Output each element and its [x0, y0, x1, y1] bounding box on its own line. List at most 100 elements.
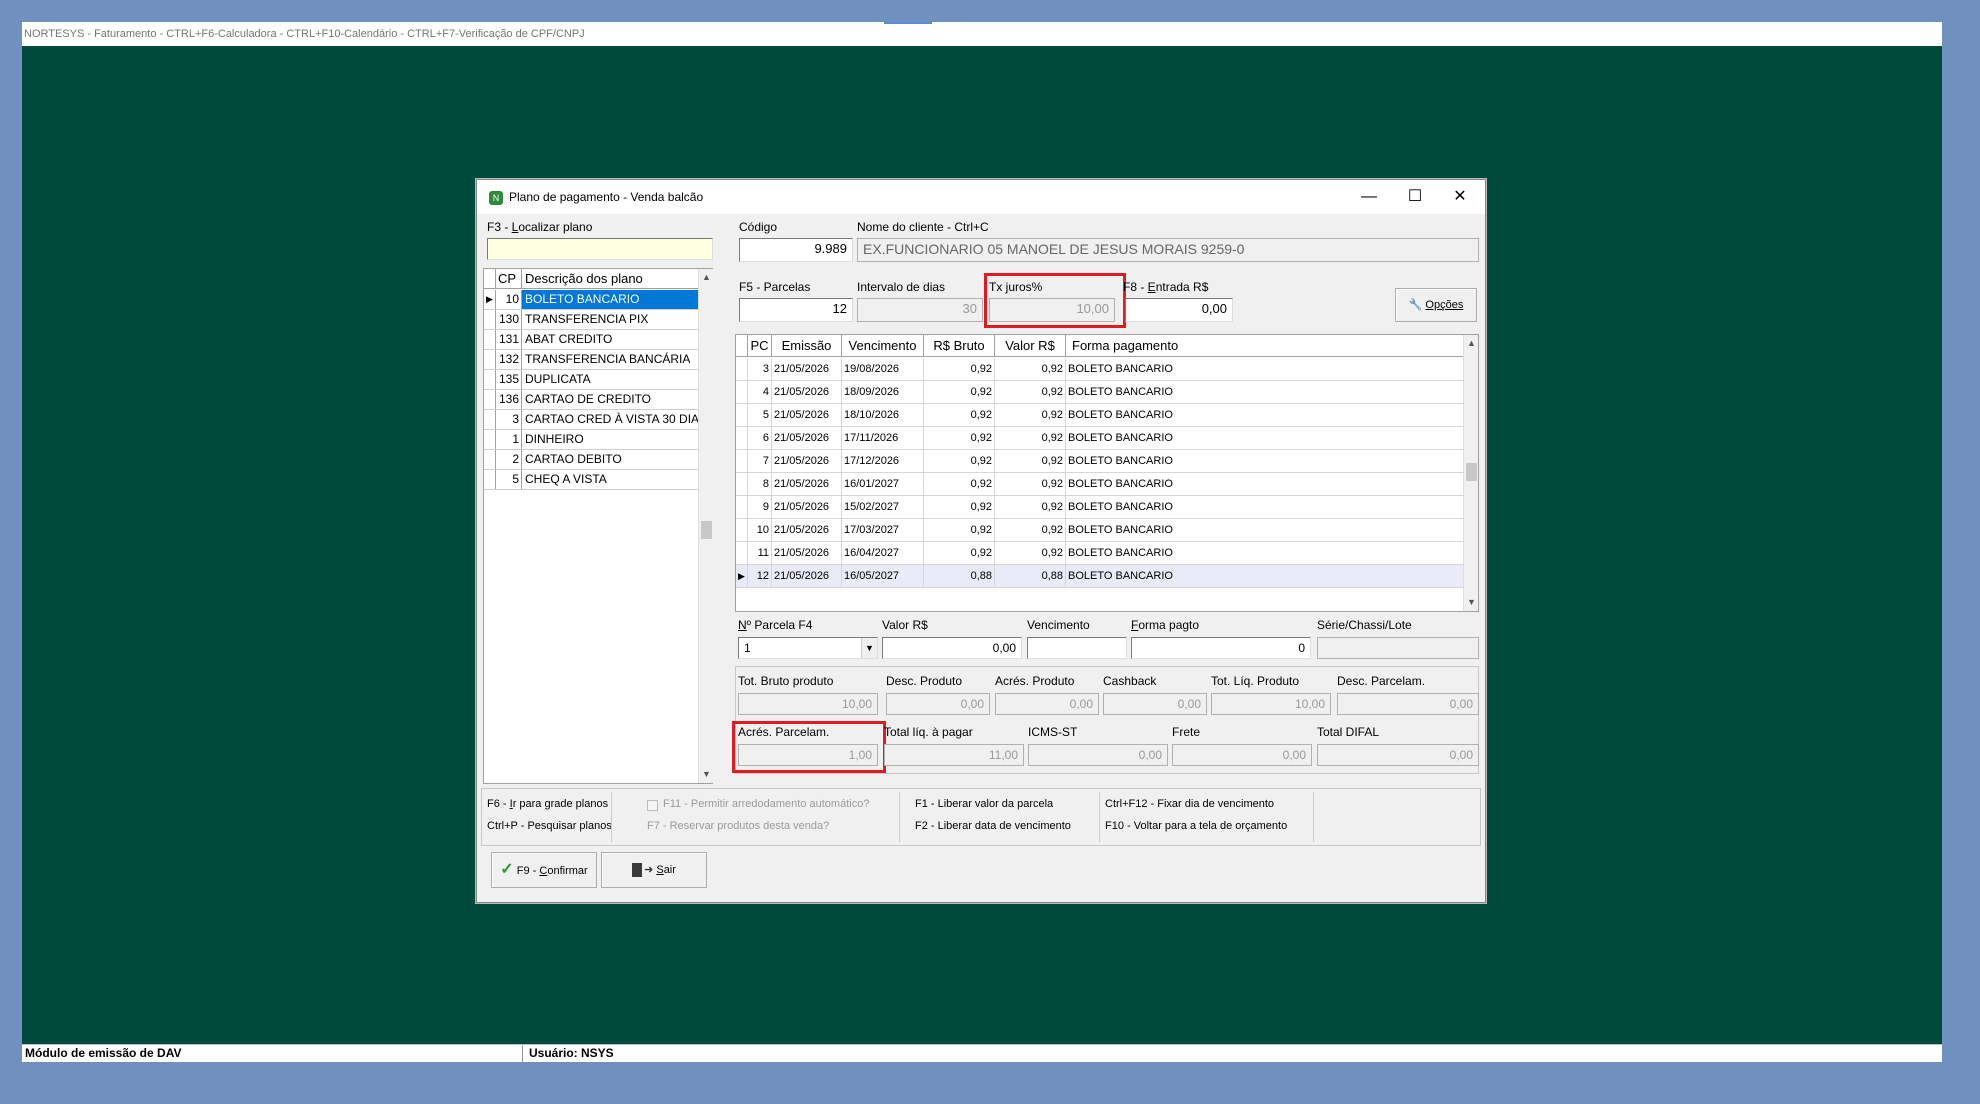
intervalo-field[interactable]: 30	[857, 298, 983, 322]
confirmar-rest: onfirmar	[547, 865, 588, 877]
tot-liq-field[interactable]: 10,00	[1211, 693, 1331, 715]
cliente-field[interactable]: EX.FUNCIONARIO 05 MANOEL DE JESUS MORAIS…	[857, 238, 1479, 262]
plan-row[interactable]: 130 TRANSFERENCIA PIX	[484, 310, 700, 330]
txjuros-highlight	[984, 273, 1126, 328]
shortcut-divider	[1313, 792, 1314, 842]
emissao-cell: 21/05/2026	[772, 473, 842, 496]
row-indicator	[736, 496, 748, 519]
installment-row[interactable]: 6 21/05/2026 17/11/2026 0,92 0,92 BOLETO BANC…	[736, 427, 1463, 450]
plan-col-desc[interactable]: Descrição dos plano	[522, 269, 700, 288]
plan-row[interactable]: 131 ABAT CREDITO	[484, 330, 700, 350]
valor-field[interactable]: 0,00	[882, 637, 1022, 659]
forma-cell: BOLETO BANCARIO	[1068, 432, 1173, 444]
scroll-up-icon[interactable]: ▲	[1464, 335, 1479, 352]
installments-scrollbar[interactable]: ▲ ▼	[1463, 335, 1478, 611]
plan-grid-scrollbar[interactable]: ▲ ▼	[698, 269, 713, 783]
shortcut-f2: F2 - Liberar data de vencimento	[915, 820, 1071, 832]
installment-row[interactable]: 5 21/05/2026 18/10/2026 0,92 0,92 BOLETO BANC…	[736, 404, 1463, 427]
plan-grid[interactable]: CP Descrição dos plano ▶ 10 BOLETO BANCARI…	[483, 268, 713, 784]
col-emissao[interactable]: Emissão	[772, 335, 842, 357]
row-indicator	[736, 450, 748, 473]
bruto-cell: 0,92	[924, 473, 995, 496]
pc-cell: 10	[748, 519, 772, 542]
scroll-down-icon[interactable]: ▼	[699, 766, 714, 783]
tot-bruto-field[interactable]: 10,00	[738, 693, 878, 715]
col-valor[interactable]: Valor R$	[995, 335, 1066, 357]
installment-row[interactable]: 8 21/05/2026 16/01/2027 0,92 0,92 BOLETO BANC…	[736, 473, 1463, 496]
cashback-field[interactable]: 0,00	[1103, 693, 1207, 715]
bruto-cell: 0,92	[924, 542, 995, 565]
sair-button[interactable]: ➜ Sair	[601, 852, 707, 888]
close-button[interactable]: ✕	[1438, 184, 1482, 210]
plan-row[interactable]: 2 CARTAO DEBITO	[484, 450, 700, 470]
forma-cell: BOLETO BANCARIO	[1068, 409, 1173, 421]
codigo-field[interactable]: 9.989	[739, 238, 853, 262]
col-vencimento[interactable]: Vencimento	[842, 335, 924, 357]
nparcela-select[interactable]: 1 ▼	[738, 637, 878, 659]
minimize-button[interactable]: —	[1347, 184, 1391, 210]
shortcut-ctrlp: Ctrl+P - Pesquisar planos	[487, 820, 612, 832]
chevron-down-icon[interactable]: ▼	[861, 638, 877, 658]
f11-checkbox[interactable]	[647, 800, 658, 811]
opcoes-button[interactable]: 🔧 Opções	[1395, 288, 1477, 322]
plan-search-input[interactable]	[487, 238, 713, 260]
plan-row[interactable]: 3 CARTAO CRED À VISTA 30 DIAS	[484, 410, 700, 430]
scroll-thumb[interactable]	[701, 521, 712, 539]
installment-row[interactable]: 9 21/05/2026 15/02/2027 0,92 0,92 BOLETO BANC…	[736, 496, 1463, 519]
plan-search-label-rest: ocalizar plano	[518, 220, 593, 234]
maximize-button[interactable]: ☐	[1393, 184, 1437, 210]
installment-row[interactable]: 3 21/05/2026 19/08/2026 0,92 0,92 BOLETO BANC…	[736, 358, 1463, 381]
bruto-cell: 0,92	[924, 496, 995, 519]
row-indicator	[736, 404, 748, 427]
plan-desc-cell: TRANSFERENCIA PIX	[525, 312, 649, 326]
total-difal-field[interactable]: 0,00	[1317, 744, 1479, 766]
plan-row[interactable]: ▶ 10 BOLETO BANCARIO	[484, 290, 700, 310]
installment-row[interactable]: 11 21/05/2026 16/04/2027 0,92 0,92 BOLETO BAN…	[736, 542, 1463, 565]
bruto-cell: 0,92	[924, 381, 995, 404]
col-bruto[interactable]: R$ Bruto	[924, 335, 995, 357]
installment-row[interactable]: 4 21/05/2026 18/09/2026 0,92 0,92 BOLETO BANC…	[736, 381, 1463, 404]
app-title: NORTESYS - Faturamento - CTRL+F6-Calcula…	[24, 28, 585, 40]
installment-row[interactable]: 7 21/05/2026 17/12/2026 0,92 0,92 BOLETO BANC…	[736, 450, 1463, 473]
status-module: Módulo de emissão de DAV	[25, 1046, 182, 1060]
acres-produto-field[interactable]: 0,00	[995, 693, 1099, 715]
scroll-down-icon[interactable]: ▼	[1464, 594, 1479, 611]
forma-label-rest: orma pagto	[1138, 618, 1200, 632]
plan-row[interactable]: 5 CHEQ A VISTA	[484, 470, 700, 490]
scroll-up-icon[interactable]: ▲	[699, 269, 714, 286]
vencimento-cell: 17/11/2026	[842, 427, 924, 450]
col-pc[interactable]: PC	[748, 335, 772, 357]
plan-cp-cell: 132	[496, 350, 522, 369]
desc-parcelam-field[interactable]: 0,00	[1337, 693, 1479, 715]
installments-grid[interactable]: PC Emissão Vencimento R$ Bruto Valor R$ …	[735, 334, 1479, 612]
forma-cell: BOLETO BANCARIO	[1068, 570, 1173, 582]
nparcela-value: 1	[744, 641, 751, 655]
vencimento-field[interactable]	[1027, 637, 1127, 659]
col-forma[interactable]: Forma pagamento	[1066, 335, 1463, 357]
emissao-cell: 21/05/2026	[772, 358, 842, 381]
plan-row[interactable]: 135 DUPLICATA	[484, 370, 700, 390]
row-indicator	[736, 519, 748, 542]
forma-field[interactable]: 0	[1131, 637, 1311, 659]
plan-col-cp[interactable]: CP	[496, 269, 522, 288]
plan-row[interactable]: 1 DINHEIRO	[484, 430, 700, 450]
desc-produto-field[interactable]: 0,00	[886, 693, 990, 715]
plan-grid-indicator-header	[484, 269, 496, 288]
parcelas-field[interactable]: 12	[739, 298, 853, 322]
entrada-field[interactable]: 0,00	[1125, 298, 1233, 322]
confirmar-button[interactable]: ✓ F9 - Confirmar	[491, 852, 597, 888]
installment-row[interactable]: 10 21/05/2026 17/03/2027 0,92 0,92 BOLETO BAN…	[736, 519, 1463, 542]
valor-cell: 0,92	[995, 519, 1066, 542]
total-liq-pagar-field[interactable]: 11,00	[884, 744, 1024, 766]
serie-field[interactable]	[1317, 637, 1479, 659]
forma-cell: BOLETO BANCARIO	[1068, 547, 1173, 559]
plan-row[interactable]: 136 CARTAO DE CREDITO	[484, 390, 700, 410]
icms-st-field[interactable]: 0,00	[1028, 744, 1168, 766]
plan-row[interactable]: 132 TRANSFERENCIA BANCÁRIA	[484, 350, 700, 370]
pc-cell: 5	[748, 404, 772, 427]
scroll-thumb[interactable]	[1466, 463, 1477, 481]
frete-field[interactable]: 0,00	[1172, 744, 1312, 766]
installment-row[interactable]: ▶ 12 21/05/2026 16/05/2027 0,88 0,88 BOLETO BA…	[736, 565, 1463, 588]
valor-cell: 0,92	[995, 542, 1066, 565]
plan-cp-cell: 136	[496, 390, 522, 409]
